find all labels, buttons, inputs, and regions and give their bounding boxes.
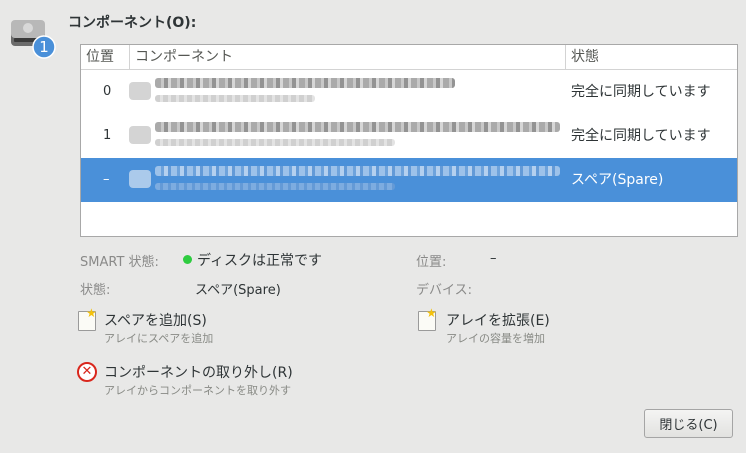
remove-component-subtitle: アレイからコンポーネントを取り外す: [104, 384, 291, 397]
remove-icon: ✕: [77, 362, 97, 382]
table-header: 位置 コンポーネント 状態: [81, 45, 737, 70]
table-row[interactable]: 0 完全に同期しています: [81, 70, 737, 114]
harddisk-icon: 1: [8, 14, 58, 60]
row-component-redacted: [129, 78, 559, 108]
row-position: 1: [103, 128, 112, 143]
row-position: –: [103, 172, 110, 187]
row-component-redacted: [129, 122, 560, 152]
disk-badge: 1: [39, 38, 49, 56]
row-status: 完全に同期しています: [571, 128, 711, 144]
smart-status-label: SMART 状態:: [80, 255, 159, 270]
position-label: 位置:: [416, 255, 447, 270]
note-new-icon: ★: [78, 307, 97, 331]
remove-component-title: コンポーネントの取り外し(R): [104, 365, 293, 381]
smart-status-value: ディスクは正常です: [183, 250, 322, 270]
add-spare-title: スペアを追加(S): [104, 313, 207, 329]
state-value: スペア(Spare): [195, 283, 281, 298]
add-spare-subtitle: アレイにスペアを追加: [104, 332, 214, 345]
position-value: –: [490, 251, 497, 266]
row-status: 完全に同期しています: [571, 84, 711, 100]
row-component-redacted: [129, 166, 560, 196]
row-position: 0: [103, 84, 112, 99]
close-button[interactable]: 閉じる(C): [644, 409, 733, 438]
expand-array-subtitle: アレイの容量を増加: [446, 332, 545, 345]
expand-array-title: アレイを拡張(E): [446, 313, 550, 329]
column-header-position[interactable]: 位置: [81, 45, 129, 70]
status-ok-dot: [183, 255, 192, 264]
note-new-icon: ★: [418, 307, 437, 331]
table-row-selected[interactable]: – スペア(Spare): [81, 158, 737, 202]
table-row[interactable]: 1 完全に同期しています: [81, 114, 737, 158]
components-title: コンポーネント(O):: [68, 15, 197, 31]
row-status: スペア(Spare): [571, 172, 664, 188]
expand-array-button[interactable]: ★ アレイを拡張(E) アレイの容量を増加: [418, 307, 678, 348]
remove-component-button[interactable]: ✕ コンポーネントの取り外し(R) アレイからコンポーネントを取り外す: [77, 360, 357, 400]
column-header-component[interactable]: コンポーネント: [129, 45, 565, 70]
column-header-status[interactable]: 状態: [565, 45, 737, 70]
components-table[interactable]: 位置 コンポーネント 状態 0 完全に同期しています 1 完全に同期しています …: [80, 44, 738, 237]
device-label: デバイス:: [416, 283, 472, 298]
add-spare-button[interactable]: ★ スペアを追加(S) アレイにスペアを追加: [78, 307, 338, 348]
state-label: 状態:: [80, 283, 111, 298]
